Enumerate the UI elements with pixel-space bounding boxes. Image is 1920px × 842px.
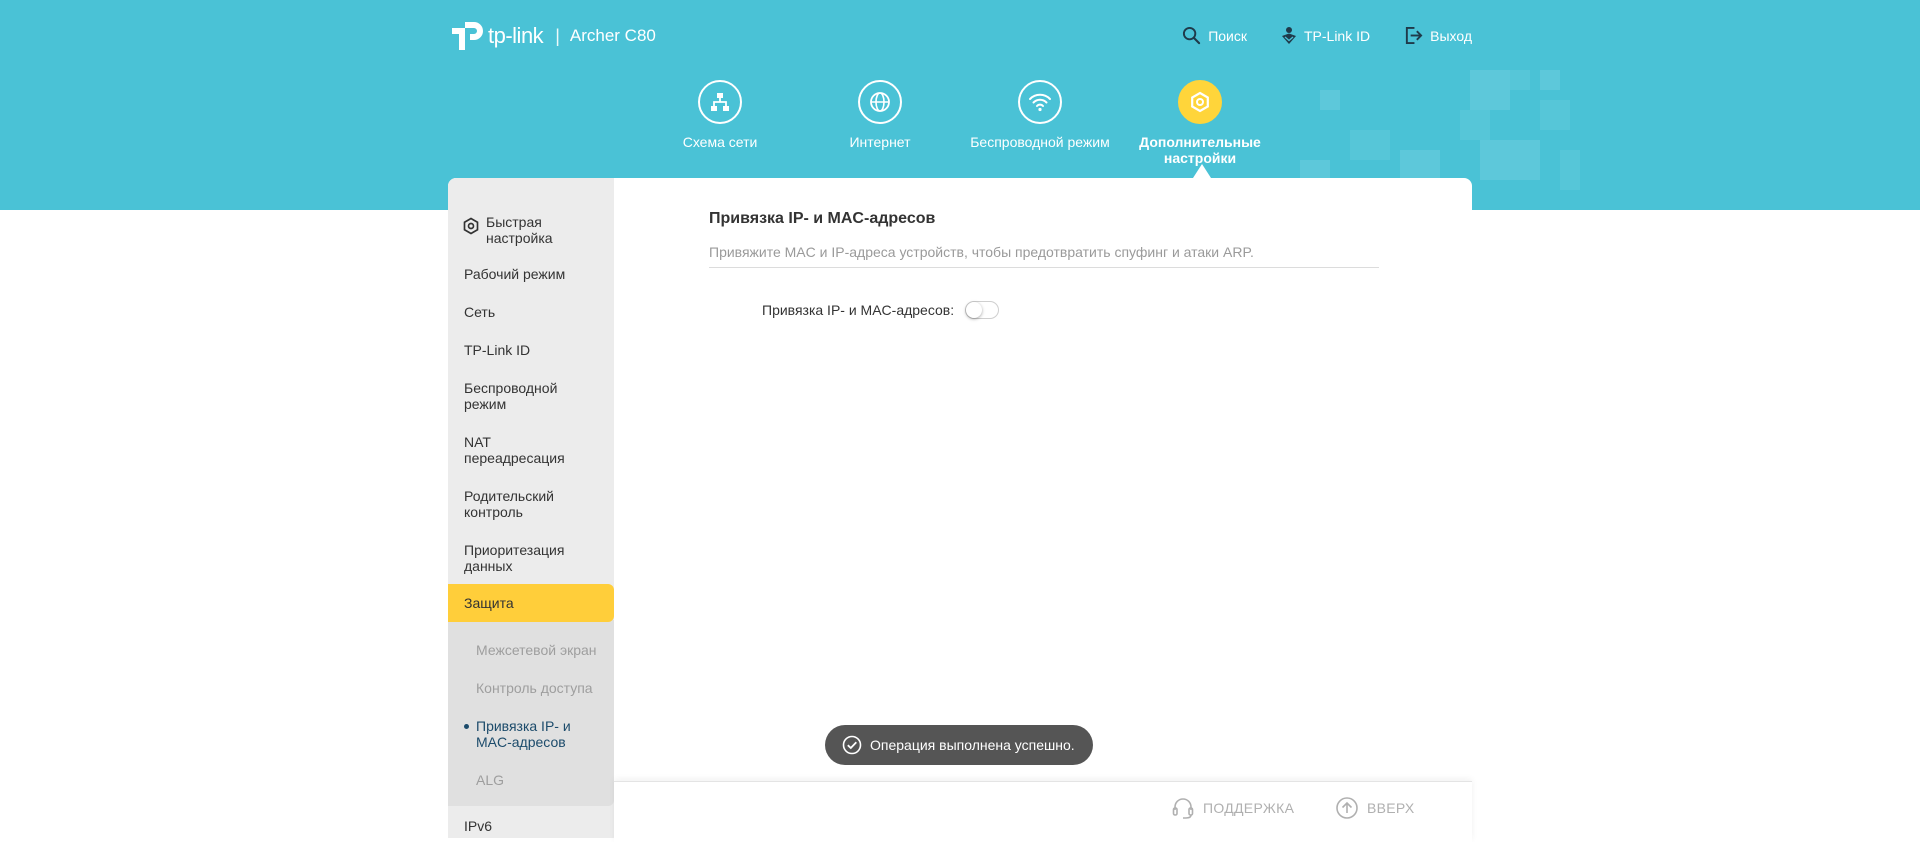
tplink-logo-icon [452, 22, 483, 50]
sidebar-item-label: NAT переадресация [464, 434, 565, 466]
binding-toggle[interactable] [965, 301, 999, 319]
sidebar-item-tplink-id[interactable]: TP-Link ID [448, 342, 614, 362]
top-label: ВВЕРХ [1367, 800, 1415, 816]
network-map-icon [711, 93, 729, 111]
tplink-id-icon [1281, 27, 1296, 44]
sidebar-item-label: Быстрая настройка [486, 214, 553, 246]
support-link[interactable]: ПОДДЕРЖКА [1171, 796, 1294, 820]
footer-bar: ПОДДЕРЖКА ВВЕРХ [614, 781, 1472, 842]
sidebar-item-nat[interactable]: NAT переадресация [448, 434, 614, 468]
tplink-id-link[interactable]: TP-Link ID [1281, 26, 1370, 45]
sidebar-item-operation-mode[interactable]: Рабочий режим [448, 266, 614, 286]
sidebar-item-label: Приоритезация данных [464, 542, 565, 574]
logo-separator: | [555, 25, 560, 46]
wifi-icon [1029, 93, 1051, 112]
module-label: Схема сети [682, 134, 758, 150]
network-map-circle [698, 80, 742, 124]
sidebar-item-label: Беспроводной режим [464, 380, 558, 412]
sidebar-item-label: TP-Link ID [464, 342, 531, 358]
module-advanced[interactable]: Дополнительные настройки [1125, 80, 1275, 166]
submenu-item-alg[interactable]: ALG [476, 772, 504, 788]
sidebar-item-ipv6[interactable]: IPv6 [448, 818, 614, 838]
module-label: Дополнительные настройки [1139, 134, 1261, 166]
quick-setup-icon [463, 217, 479, 235]
logout-link[interactable]: Выход [1404, 26, 1472, 45]
sidebar-item-label: Родительский контроль [464, 488, 554, 520]
brand-name: tp-link [488, 23, 544, 48]
toggle-knob [966, 302, 982, 318]
search-link[interactable]: Поиск [1182, 26, 1247, 45]
tplink-logo: tp-link | Archer C80 [448, 18, 656, 54]
sidebar-item-parental-controls[interactable]: Родительский контроль [448, 488, 614, 522]
sidebar-item-security[interactable]: Защита [448, 584, 614, 622]
sidebar-item-label: Сеть [464, 304, 496, 320]
back-to-top-link[interactable]: ВВЕРХ [1335, 796, 1415, 820]
module-network-map[interactable]: Схема сети [645, 80, 795, 150]
submenu-item-label: Контроль доступа [476, 680, 593, 696]
submenu-item-firewall[interactable]: Межсетевой экран [476, 642, 597, 658]
submenu-item-access-control[interactable]: Контроль доступа [476, 680, 593, 696]
check-circle-icon [842, 735, 862, 755]
module-internet[interactable]: Интернет [805, 80, 955, 150]
arrow-up-circle-icon [1336, 797, 1358, 819]
page-description: Привяжите MAC и IP-адреса устройств, что… [709, 244, 1254, 260]
submenu-item-label: ALG [476, 772, 505, 788]
active-module-caret [1193, 164, 1211, 178]
sidebar-item-wireless[interactable]: Беспроводной режим [448, 380, 614, 414]
success-toast: Операция выполнена успешно. [825, 725, 1093, 765]
tplink-id-label: TP-Link ID [1303, 27, 1371, 44]
search-label: Поиск [1208, 27, 1247, 44]
logout-label: Выход [1430, 27, 1472, 44]
page-title: Привязка IP- и MAC-адресов [709, 210, 936, 227]
sidebar-item-label: IPv6 [464, 818, 493, 834]
sidebar-item-label: Защита [464, 595, 514, 611]
sidebar-item-qos[interactable]: Приоритезация данных [448, 542, 614, 576]
module-label: Беспроводной режим [970, 134, 1110, 150]
sidebar-item-quick-setup[interactable]: Быстрая настройка [448, 214, 614, 246]
advanced-circle [1178, 80, 1222, 124]
sidebar-item-label: Рабочий режим [464, 266, 566, 282]
gear-icon [1191, 91, 1209, 113]
current-item-dot [464, 724, 469, 729]
toast-text: Операция выполнена успешно. [870, 737, 1075, 753]
module-nav: Схема сети Интернет Беспроводной режим Д… [0, 80, 1920, 190]
search-icon [1183, 26, 1201, 45]
wireless-circle [1018, 80, 1062, 124]
globe-icon [870, 92, 890, 112]
support-label: ПОДДЕРЖКА [1203, 800, 1295, 816]
sidebar-item-network[interactable]: Сеть [448, 304, 614, 324]
submenu-item-label: Межсетевой экран [476, 642, 597, 658]
submenu-item-label: Привязка IP- и MAC-адресов [476, 718, 571, 750]
module-label: Интернет [849, 134, 911, 150]
top-nav: Поиск TP-Link ID Выход [1182, 26, 1472, 45]
divider [709, 267, 1379, 268]
module-wireless[interactable]: Беспроводной режим [965, 80, 1115, 150]
binding-toggle-label: Привязка IP- и MAC-адресов: [762, 302, 955, 318]
logout-icon [1406, 26, 1423, 45]
sidebar: Быстрая настройка Рабочий режим Сеть TP-… [448, 178, 614, 838]
submenu-item-ip-mac-binding[interactable]: Привязка IP- и MAC-адресов [464, 718, 586, 750]
model-name: Archer C80 [569, 26, 656, 45]
internet-circle [858, 80, 902, 124]
headset-icon [1172, 798, 1194, 819]
